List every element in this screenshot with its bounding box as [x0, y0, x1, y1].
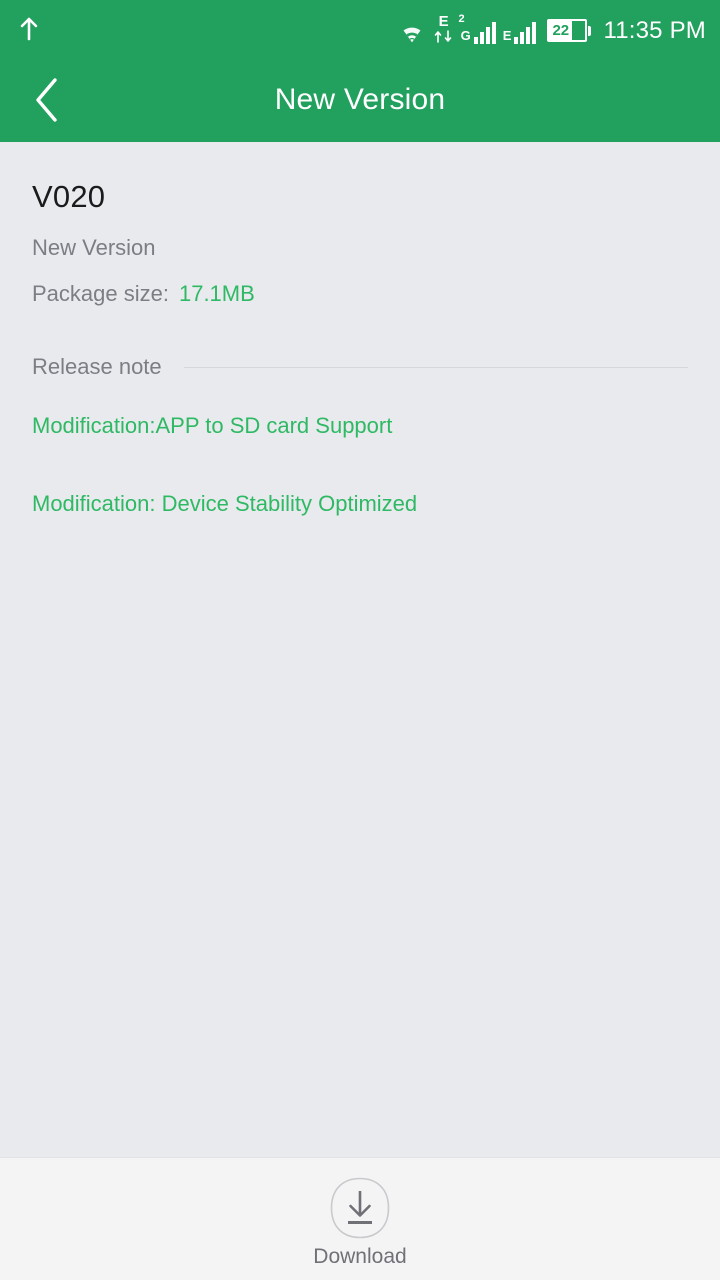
version-subtitle: New Version: [32, 235, 156, 261]
content-area: V020 New Version Package size: 17.1MB Re…: [0, 142, 720, 1157]
package-size-label: Package size:: [32, 281, 169, 307]
signal-bars: [473, 21, 496, 44]
download-icon: [329, 1176, 391, 1240]
upload-arrow-icon: [18, 16, 40, 42]
battery-body: 22: [547, 19, 588, 42]
status-bar: E 2 G E 22 11:35 PM: [0, 0, 720, 57]
status-bar-left: [18, 16, 40, 42]
signal-network-letter-2: E: [502, 27, 512, 43]
package-size-row: Package size: 17.1MB: [32, 282, 688, 306]
battery-icon: 22: [547, 19, 592, 43]
app-bar: New Version: [0, 57, 720, 142]
package-size-value: 17.1MB: [178, 281, 255, 307]
status-bar-right: E 2 G E 22 11:35 PM: [397, 13, 706, 44]
signal-bars-2: [514, 21, 537, 44]
release-note-label: Release note: [32, 354, 162, 380]
edge-data-icon: E 2: [434, 13, 465, 44]
version-number: V020: [32, 179, 106, 214]
release-note-list: Modification:APP to SD card Support Modi…: [32, 412, 688, 517]
chevron-left-icon: [32, 77, 62, 123]
battery-cap: [588, 25, 592, 36]
download-button-label: Download: [313, 1244, 407, 1268]
wifi-icon: [397, 18, 427, 44]
list-item: Modification: Device Stability Optimized: [32, 490, 418, 516]
download-button[interactable]: Download: [313, 1172, 407, 1268]
battery-level-text: 22: [552, 22, 570, 39]
signal-network-letter: G: [460, 27, 471, 43]
release-note-divider: [183, 366, 688, 368]
release-note-header: Release note: [32, 354, 688, 380]
list-item: Modification:APP to SD card Support: [32, 413, 393, 439]
signal-icon-sim2: E: [503, 14, 537, 44]
page-title: New Version: [274, 82, 446, 116]
edge-letter: E: [438, 13, 449, 30]
battery-empty-portion: [571, 21, 586, 40]
sim-slot-superscript: 2: [458, 12, 465, 25]
signal-icon-sim1: G: [461, 14, 496, 44]
bottom-action-bar: Download: [0, 1157, 720, 1280]
status-bar-clock: 11:35 PM: [603, 16, 706, 44]
back-button[interactable]: [14, 67, 80, 133]
app-screen: E 2 G E 22 11:35 PM New Version V020 New…: [0, 0, 720, 1280]
